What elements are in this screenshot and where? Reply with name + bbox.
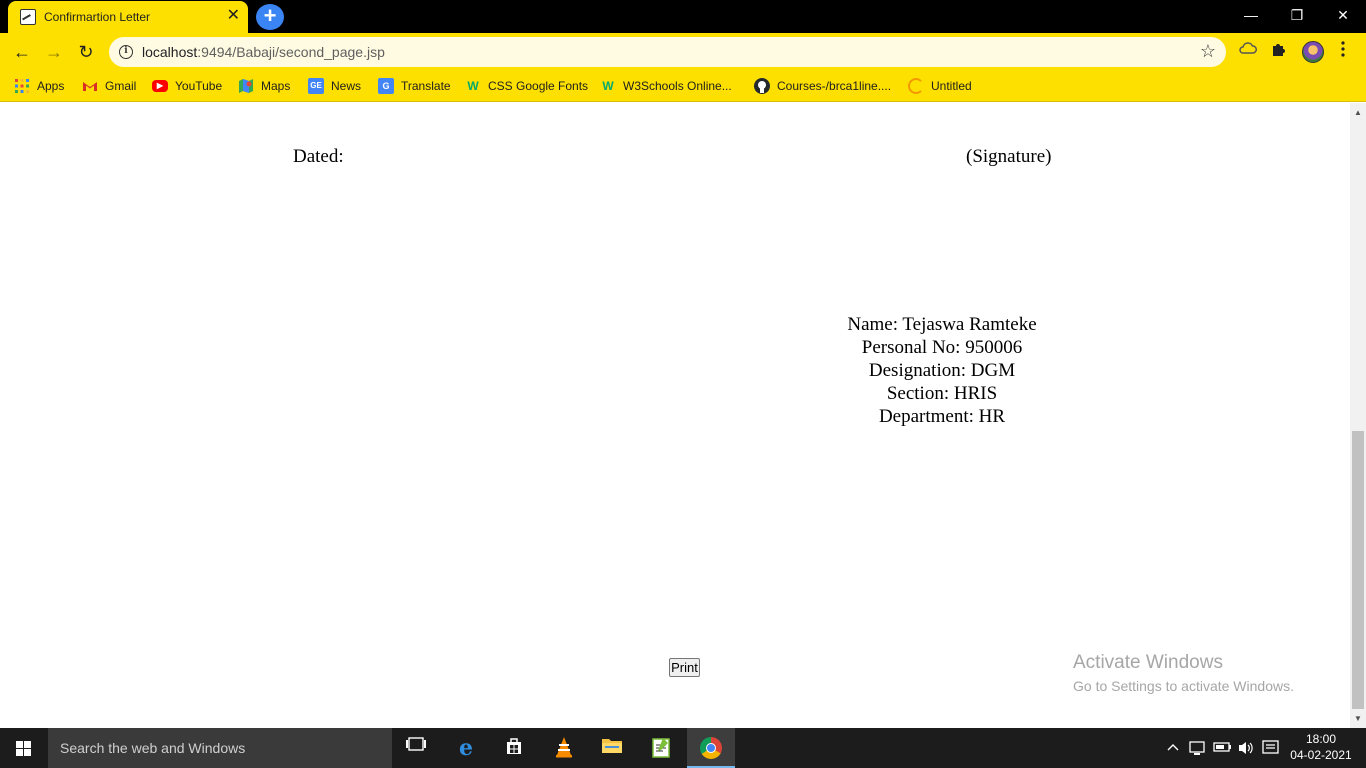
employee-name: Name: Tejaswa Ramteke xyxy=(847,314,1037,335)
bookmark-youtube[interactable]: ▶ YouTube xyxy=(152,77,222,95)
profile-avatar[interactable] xyxy=(1302,41,1324,63)
designation: Designation: DGM xyxy=(868,360,1016,381)
print-button[interactable]: Print xyxy=(669,658,700,677)
bookmark-gmail[interactable]: Gmail xyxy=(82,77,136,95)
tab-title: Confirmartion Letter xyxy=(44,10,151,24)
bookmark-label: News xyxy=(331,79,362,93)
apps-grid-icon xyxy=(14,78,30,94)
windows-logo-icon xyxy=(16,741,32,756)
edge-browser-icon[interactable]: e xyxy=(454,736,478,760)
store-icon[interactable] xyxy=(502,736,526,760)
taskbar-search[interactable]: Search the web and Windows xyxy=(48,728,392,768)
activate-windows-title: Activate Windows xyxy=(1073,652,1223,673)
w3schools-icon: W xyxy=(602,79,614,93)
bookmark-news[interactable]: GE News xyxy=(308,77,361,95)
bookmark-label: Gmail xyxy=(105,79,137,93)
tray-overflow-icon[interactable] xyxy=(1167,740,1179,755)
bookmark-label: Translate xyxy=(401,79,451,93)
scroll-down-icon[interactable]: ▼ xyxy=(1353,714,1363,724)
extension-cloud-icon[interactable] xyxy=(1239,41,1257,60)
bookmark-label: Apps xyxy=(37,79,65,93)
task-view-icon[interactable] xyxy=(404,736,428,760)
bookmark-label: Courses-/brca1line.... xyxy=(777,79,892,93)
loading-icon xyxy=(908,78,924,94)
bookmark-translate[interactable]: G Translate xyxy=(378,77,451,95)
extensions-puzzle-icon[interactable] xyxy=(1271,41,1287,62)
section: Section: HRIS xyxy=(886,383,998,404)
bookmark-w3schools[interactable]: W W3Schools Online... xyxy=(600,77,732,95)
maps-icon xyxy=(238,78,254,94)
browser-menu-icon[interactable] xyxy=(1338,41,1348,57)
url-host: localhost xyxy=(142,44,198,60)
bookmark-label: Untitled xyxy=(931,79,972,93)
bookmark-untitled[interactable]: Untitled xyxy=(908,77,972,95)
browser-toolbar: ← → ↻ i localhost:9494/Babaji/second_pag… xyxy=(0,33,1366,71)
url-path: :9494/Babaji/second_page.jsp xyxy=(197,44,385,60)
chrome-icon xyxy=(700,737,722,759)
dated-label: Dated: xyxy=(293,146,344,167)
minimize-button[interactable]: — xyxy=(1228,0,1274,33)
scroll-up-icon[interactable]: ▲ xyxy=(1353,108,1363,118)
personal-number: Personal No: 950006 xyxy=(861,337,1023,358)
network-icon[interactable] xyxy=(1189,740,1207,759)
clock-date: 04-02-2021 xyxy=(1290,748,1352,762)
w3schools-icon: W xyxy=(467,79,479,93)
tab-close-icon[interactable]: ✕ xyxy=(227,7,240,25)
page-favicon-icon xyxy=(20,9,36,25)
bookmark-css-google-fonts[interactable]: W CSS Google Fonts xyxy=(465,77,588,95)
bookmark-label: CSS Google Fonts xyxy=(488,79,589,93)
reload-button[interactable]: ↻ xyxy=(73,39,99,65)
activate-windows-subtitle: Go to Settings to activate Windows. xyxy=(1073,678,1294,694)
signature-label: (Signature) xyxy=(966,146,1052,167)
activate-windows-watermark: Activate Windows Go to Settings to activ… xyxy=(1073,651,1294,696)
browser-titlebar: Confirmartion Letter ✕ + — ❐ ✕ xyxy=(0,0,1366,33)
youtube-icon: ▶ xyxy=(152,80,168,92)
address-bar[interactable]: i localhost:9494/Babaji/second_page.jsp … xyxy=(109,37,1226,67)
vlc-icon[interactable] xyxy=(552,736,576,760)
employee-details: Name: Tejaswa Ramteke Personal No: 95000… xyxy=(792,313,1092,428)
file-explorer-icon[interactable] xyxy=(600,736,624,760)
bookmark-label: W3Schools Online... xyxy=(623,79,732,93)
restore-button[interactable]: ❐ xyxy=(1274,0,1320,33)
news-icon: GE xyxy=(308,78,324,94)
start-button[interactable] xyxy=(0,728,48,768)
page-content: Dated: (Signature) Name: Tejaswa Ramteke… xyxy=(0,103,1350,728)
bookmark-maps[interactable]: Maps xyxy=(238,77,290,95)
department: Department: HR xyxy=(878,406,1006,427)
bookmarks-bar: Apps Gmail ▶ YouTube Maps GE News G Tran… xyxy=(0,71,1366,102)
back-button[interactable]: ← xyxy=(9,39,35,65)
bookmark-label: Maps xyxy=(261,79,291,93)
github-icon xyxy=(754,78,770,94)
close-window-button[interactable]: ✕ xyxy=(1320,0,1366,33)
translate-icon: G xyxy=(378,78,394,94)
vertical-scrollbar[interactable]: ▲ ▼ xyxy=(1350,103,1366,728)
site-info-icon[interactable]: i xyxy=(119,45,133,59)
window-controls: — ❐ ✕ xyxy=(1228,0,1366,33)
clock-time: 18:00 xyxy=(1305,732,1337,746)
action-center-icon[interactable] xyxy=(1262,740,1280,759)
notepad-plus-icon[interactable] xyxy=(649,736,673,760)
bookmark-star-icon[interactable]: ☆ xyxy=(1200,41,1216,62)
windows-taskbar: Search the web and Windows e 18:00 04-02… xyxy=(0,728,1366,768)
forward-button[interactable]: → xyxy=(41,39,67,65)
bookmark-label: YouTube xyxy=(175,79,223,93)
gmail-icon xyxy=(82,78,98,94)
bookmark-courses[interactable]: Courses-/brca1line.... xyxy=(754,77,891,95)
browser-tab[interactable]: Confirmartion Letter ✕ xyxy=(8,1,248,33)
chrome-taskbar-button[interactable] xyxy=(687,728,735,768)
url-text[interactable]: localhost:9494/Babaji/second_page.jsp xyxy=(142,44,385,60)
scrollbar-thumb[interactable] xyxy=(1352,431,1364,709)
volume-icon[interactable] xyxy=(1237,740,1255,759)
search-placeholder: Search the web and Windows xyxy=(60,740,246,756)
system-clock[interactable]: 18:00 04-02-2021 xyxy=(1286,731,1356,763)
battery-icon[interactable] xyxy=(1213,740,1233,757)
bookmark-apps[interactable]: Apps xyxy=(14,77,64,95)
new-tab-button[interactable]: + xyxy=(256,4,284,30)
